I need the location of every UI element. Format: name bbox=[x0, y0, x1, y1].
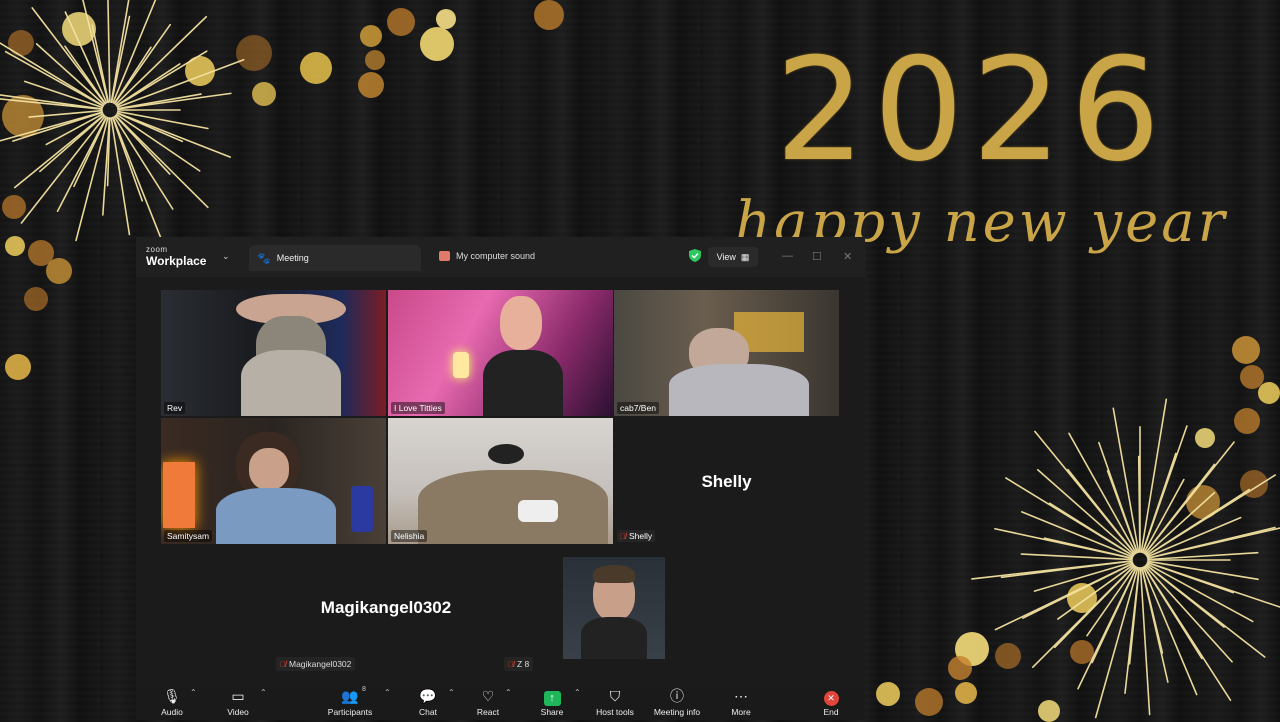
participant-name-tag: Samitysam bbox=[164, 530, 213, 542]
muted-mic-icon: 🎙̸ bbox=[508, 659, 514, 669]
react-options-caret[interactable]: ⌃ bbox=[505, 688, 512, 697]
meeting-info-label: Meeting info bbox=[653, 707, 701, 717]
video-options-caret[interactable]: ⌃ bbox=[260, 688, 267, 697]
chevron-down-icon[interactable]: ⌄ bbox=[222, 251, 230, 262]
firework-top-left bbox=[0, 0, 245, 248]
end-icon: ✕ bbox=[801, 687, 861, 706]
video-label: Video bbox=[227, 707, 249, 717]
tab-meeting-label: Meeting bbox=[276, 253, 309, 263]
computer-sound-icon bbox=[439, 251, 450, 261]
brand-logo[interactable]: zoom Workplace bbox=[146, 245, 207, 268]
participant-name-tag: cab7/Ben bbox=[617, 402, 659, 414]
video-tile-rev[interactable]: Rev bbox=[161, 290, 386, 416]
video-tile-cab7-ben[interactable]: cab7/Ben bbox=[614, 290, 839, 416]
video-tile-samitysam[interactable]: Samitysam bbox=[161, 418, 386, 544]
view-button[interactable]: View ▦ bbox=[708, 247, 758, 267]
participants-count: 8 bbox=[362, 686, 366, 693]
brand-small-text: zoom bbox=[146, 245, 168, 254]
participants-options-caret[interactable]: ⌃ bbox=[384, 688, 391, 697]
paw-icon: 🐾 bbox=[257, 252, 271, 265]
participants-button[interactable]: 👥 Participants bbox=[320, 682, 380, 720]
participant-name-tag: 🎙̸ Shelly bbox=[617, 530, 656, 542]
maximize-icon[interactable]: ☐ bbox=[812, 250, 822, 263]
chat-label: Chat bbox=[419, 707, 437, 717]
audio-options-caret[interactable]: ⌃ bbox=[190, 688, 197, 697]
participant-name-tag: Nelishia bbox=[391, 530, 428, 542]
react-label: React bbox=[476, 707, 500, 717]
more-icon: ⋯ bbox=[734, 688, 748, 704]
participant-name-tag: I Love Titties bbox=[391, 402, 445, 414]
end-button[interactable]: ✕ End bbox=[801, 682, 861, 720]
tab-sound-label: My computer sound bbox=[456, 251, 536, 261]
end-label: End bbox=[823, 707, 839, 717]
host-tools-label: Host tools bbox=[596, 707, 634, 717]
video-tile-shelly[interactable]: Shelly 🎙̸ Shelly bbox=[614, 418, 839, 544]
title-bar: zoom Workplace ⌄ 🐾 Meeting My computer s… bbox=[136, 237, 865, 277]
share-options-caret[interactable]: ⌃ bbox=[574, 688, 581, 697]
participants-icon: 👥 bbox=[341, 688, 359, 704]
info-icon: ⓘ bbox=[670, 688, 684, 704]
share-button[interactable]: ↑ Share bbox=[522, 682, 582, 720]
participant-big-name: Shelly bbox=[701, 472, 752, 491]
participant-name-tag: 🎙̸ Magikangel0302 bbox=[276, 657, 356, 671]
firework-bottom-right bbox=[971, 398, 1280, 719]
brand-big-text: Workplace bbox=[146, 254, 207, 268]
video-tile-i-love-titties[interactable]: I Love Titties bbox=[388, 290, 613, 416]
share-label: Share bbox=[540, 707, 564, 717]
video-tile-magikangel0302[interactable]: Magikangel0302 bbox=[161, 546, 611, 672]
host-shield-icon: ⛉ bbox=[609, 688, 621, 704]
meeting-toolbar: 🎙 Audio ⌃ ▭ Video ⌃ 👥 Participants 8 ⌃ 💬… bbox=[136, 682, 865, 720]
minimize-icon[interactable]: — bbox=[782, 250, 793, 262]
muted-mic-icon: 🎙̸ bbox=[620, 531, 626, 541]
more-label: More bbox=[731, 707, 751, 717]
participants-label: Participants bbox=[327, 707, 373, 717]
encryption-shield-icon[interactable] bbox=[689, 249, 701, 262]
participant-big-name: Magikangel0302 bbox=[320, 598, 452, 617]
muted-mic-icon: 🎙̸ bbox=[280, 659, 286, 669]
video-tile-nelishia[interactable]: Nelishia bbox=[388, 418, 613, 544]
meeting-info-button[interactable]: ⓘ Meeting info bbox=[647, 682, 707, 720]
audio-label: Audio bbox=[161, 707, 183, 717]
video-camera-icon: ▭ bbox=[231, 688, 245, 704]
zoom-window: zoom Workplace ⌄ 🐾 Meeting My computer s… bbox=[136, 237, 865, 720]
close-icon[interactable]: ✕ bbox=[843, 250, 852, 263]
year-heading: 2026 bbox=[775, 28, 1169, 193]
video-gallery: Rev I Love Titties cab7/Ben Samitysam Ne… bbox=[136, 277, 865, 682]
participant-name-tag: Rev bbox=[164, 402, 186, 414]
participant-name-tag: 🎙̸ Z 8 bbox=[504, 657, 534, 671]
host-tools-button[interactable]: ⛉ Host tools bbox=[585, 682, 645, 720]
video-tile-z8[interactable] bbox=[563, 557, 665, 659]
chat-options-caret[interactable]: ⌃ bbox=[448, 688, 455, 697]
more-button[interactable]: ⋯ More bbox=[711, 682, 771, 720]
share-icon: ↑ bbox=[522, 687, 582, 706]
video-button[interactable]: ▭ Video bbox=[208, 682, 268, 720]
tab-meeting[interactable]: 🐾 Meeting bbox=[249, 245, 421, 271]
view-label: View bbox=[716, 252, 736, 262]
tab-computer-sound[interactable]: My computer sound bbox=[439, 251, 535, 261]
grid-icon: ▦ bbox=[740, 251, 750, 262]
